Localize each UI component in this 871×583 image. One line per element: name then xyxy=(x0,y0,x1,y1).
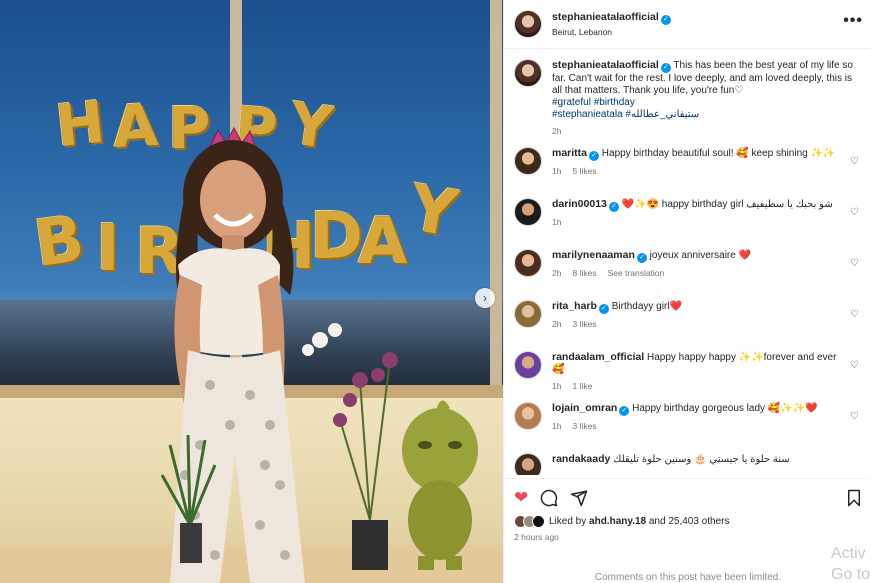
liked-by-prefix: Liked by xyxy=(549,516,590,527)
see-translation-link[interactable]: See translation xyxy=(608,268,665,278)
caption-username[interactable]: stephanieatalaofficial xyxy=(552,59,659,71)
comments-list[interactable]: stephanieatalaofficial ✓ This has been th… xyxy=(504,49,871,475)
verified-badge-icon: ✓ xyxy=(660,63,671,73)
verified-badge-icon: ✓ xyxy=(619,406,630,416)
commenter-avatar[interactable] xyxy=(514,300,542,328)
post-location[interactable]: Beirut, Lebanon xyxy=(552,25,671,39)
comment-likes[interactable]: 1 like xyxy=(572,381,592,391)
author-username[interactable]: stephanieatalaofficial xyxy=(552,11,659,23)
comment-text: joyeux anniversaire ❤️ xyxy=(649,250,752,261)
watermark-line: Activ xyxy=(831,545,866,562)
post-photo[interactable]: H A P P Y B I R T H D A Y xyxy=(0,0,503,583)
bookmark-icon[interactable] xyxy=(846,489,862,507)
comment-icon[interactable] xyxy=(540,489,558,507)
like-comment-heart-icon[interactable]: ♡ xyxy=(850,360,859,371)
verified-badge-icon: ✓ xyxy=(660,15,671,25)
liked-by-user[interactable]: ahd.hany.18 xyxy=(589,516,646,527)
chevron-right-icon: › xyxy=(483,291,487,305)
post-caption: stephanieatalaofficial ✓ This has been th… xyxy=(514,59,861,137)
comments-limited-notice: Comments on this post have been limited. xyxy=(594,572,782,583)
comment-likes[interactable]: 5 likes xyxy=(572,166,596,176)
liked-by-count[interactable]: and 25,403 others xyxy=(646,516,730,527)
watermark-line: Go to xyxy=(831,566,871,583)
more-options-icon[interactable]: ••• xyxy=(843,12,863,30)
commenter-avatar[interactable] xyxy=(514,402,542,430)
caption-time: 2h xyxy=(552,126,562,136)
comment-item: maritta ✓ Happy birthday beautiful soul! … xyxy=(514,147,861,198)
comment-username[interactable]: rita_harb xyxy=(552,300,597,312)
verified-badge-icon: ✓ xyxy=(608,202,619,212)
verified-badge-icon: ✓ xyxy=(636,253,647,263)
activate-windows-watermark: Activ Go to xyxy=(831,543,871,583)
share-icon[interactable] xyxy=(570,489,588,507)
comment-text: Birthdayy girl❤️ xyxy=(611,301,682,312)
comment-text: ❤️✨😍 happy birthday girl شو بحبك يا سطيف… xyxy=(621,199,833,210)
commenter-avatar[interactable] xyxy=(514,249,542,277)
comment-text: سنة حلوة يا جيستي 🎂 وسنين حلوة تليقلك xyxy=(613,454,790,465)
caption-hashtags[interactable]: #stephanieatala #ستيفاني_عطالله xyxy=(552,109,857,121)
comment-time: 1h xyxy=(552,381,562,391)
like-heart-icon[interactable]: ❤ xyxy=(514,488,528,508)
comment-time: 2h xyxy=(552,319,562,329)
balloon-letter: B xyxy=(30,201,91,283)
comment-username[interactable]: lojain_omran xyxy=(552,402,617,414)
commenter-avatar[interactable] xyxy=(514,453,542,475)
post-header: stephanieatalaofficial ✓ Beirut, Lebanon … xyxy=(504,0,871,49)
like-comment-heart-icon[interactable]: ♡ xyxy=(850,309,859,320)
comment-item: marilynenaaman ✓ joyeux anniversaire ❤️ 2… xyxy=(514,249,861,300)
like-comment-heart-icon[interactable]: ♡ xyxy=(850,207,859,218)
like-comment-heart-icon[interactable]: ♡ xyxy=(850,411,859,422)
plant-pot xyxy=(160,435,217,563)
comment-time: 1h xyxy=(552,421,562,431)
liker-avatar xyxy=(532,515,545,528)
comment-time: 2h xyxy=(552,268,562,278)
comment-item: lojain_omran ✓ Happy birthday gorgeous la… xyxy=(514,402,861,453)
verified-badge-icon: ✓ xyxy=(589,151,600,161)
like-comment-heart-icon[interactable]: ♡ xyxy=(850,156,859,167)
posted-time: 2 hours ago xyxy=(514,532,559,542)
commenter-avatar[interactable] xyxy=(514,198,542,226)
comment-item: randaalam_official Happy happy happy ✨✨f… xyxy=(514,351,861,402)
balloon-letter: Y xyxy=(403,171,465,253)
balloon-letter: H xyxy=(52,87,110,161)
comment-username[interactable]: randaalam_official xyxy=(552,351,644,363)
comment-username[interactable]: darin00013 xyxy=(552,198,607,210)
post-panel: stephanieatalaofficial ✓ Beirut, Lebanon … xyxy=(503,0,871,583)
commenter-avatar[interactable] xyxy=(514,147,542,175)
comment-username[interactable]: marilynenaaman xyxy=(552,249,635,261)
like-comment-heart-icon[interactable]: ♡ xyxy=(850,258,859,269)
post-actions: ❤ Liked by ahd.hany.18 and 25,403 others… xyxy=(504,478,871,542)
commenter-avatar[interactable] xyxy=(514,351,542,379)
comment-item: rita_harb ✓ Birthdayy girl❤️ 2h 3 likes ♡ xyxy=(514,300,861,351)
comment-text: Happy birthday gorgeous lady 🥰✨✨❤️ xyxy=(632,403,818,414)
comment-time: 1h xyxy=(552,166,562,176)
author-avatar[interactable] xyxy=(514,10,542,38)
comment-username[interactable]: maritta xyxy=(552,147,587,159)
comment-item: randakaady سنة حلوة يا جيستي 🎂 وسنين حلو… xyxy=(514,453,861,475)
comment-username[interactable]: randakaady xyxy=(552,453,610,465)
next-image-button[interactable]: › xyxy=(475,288,495,308)
comment-likes[interactable]: 3 likes xyxy=(572,421,596,431)
likes-summary: Liked by ahd.hany.18 and 25,403 others xyxy=(514,515,862,528)
comment-time: 1h xyxy=(552,217,562,227)
orchids-and-duck-figure xyxy=(302,323,478,570)
comment-likes[interactable]: 3 likes xyxy=(572,319,596,329)
comment-likes[interactable]: 8 likes xyxy=(572,268,596,278)
verified-badge-icon: ✓ xyxy=(598,304,609,314)
balloon-letter: I xyxy=(96,212,122,286)
author-avatar[interactable] xyxy=(514,59,542,87)
balloon-letter: A xyxy=(358,205,410,279)
caption-hashtags[interactable]: #grateful #birthday xyxy=(552,97,857,109)
comment-item: darin00013 ✓ ❤️✨😍 happy birthday girl شو … xyxy=(514,198,861,249)
comment-text: Happy birthday beautiful soul! 🥰 keep sh… xyxy=(601,148,836,159)
